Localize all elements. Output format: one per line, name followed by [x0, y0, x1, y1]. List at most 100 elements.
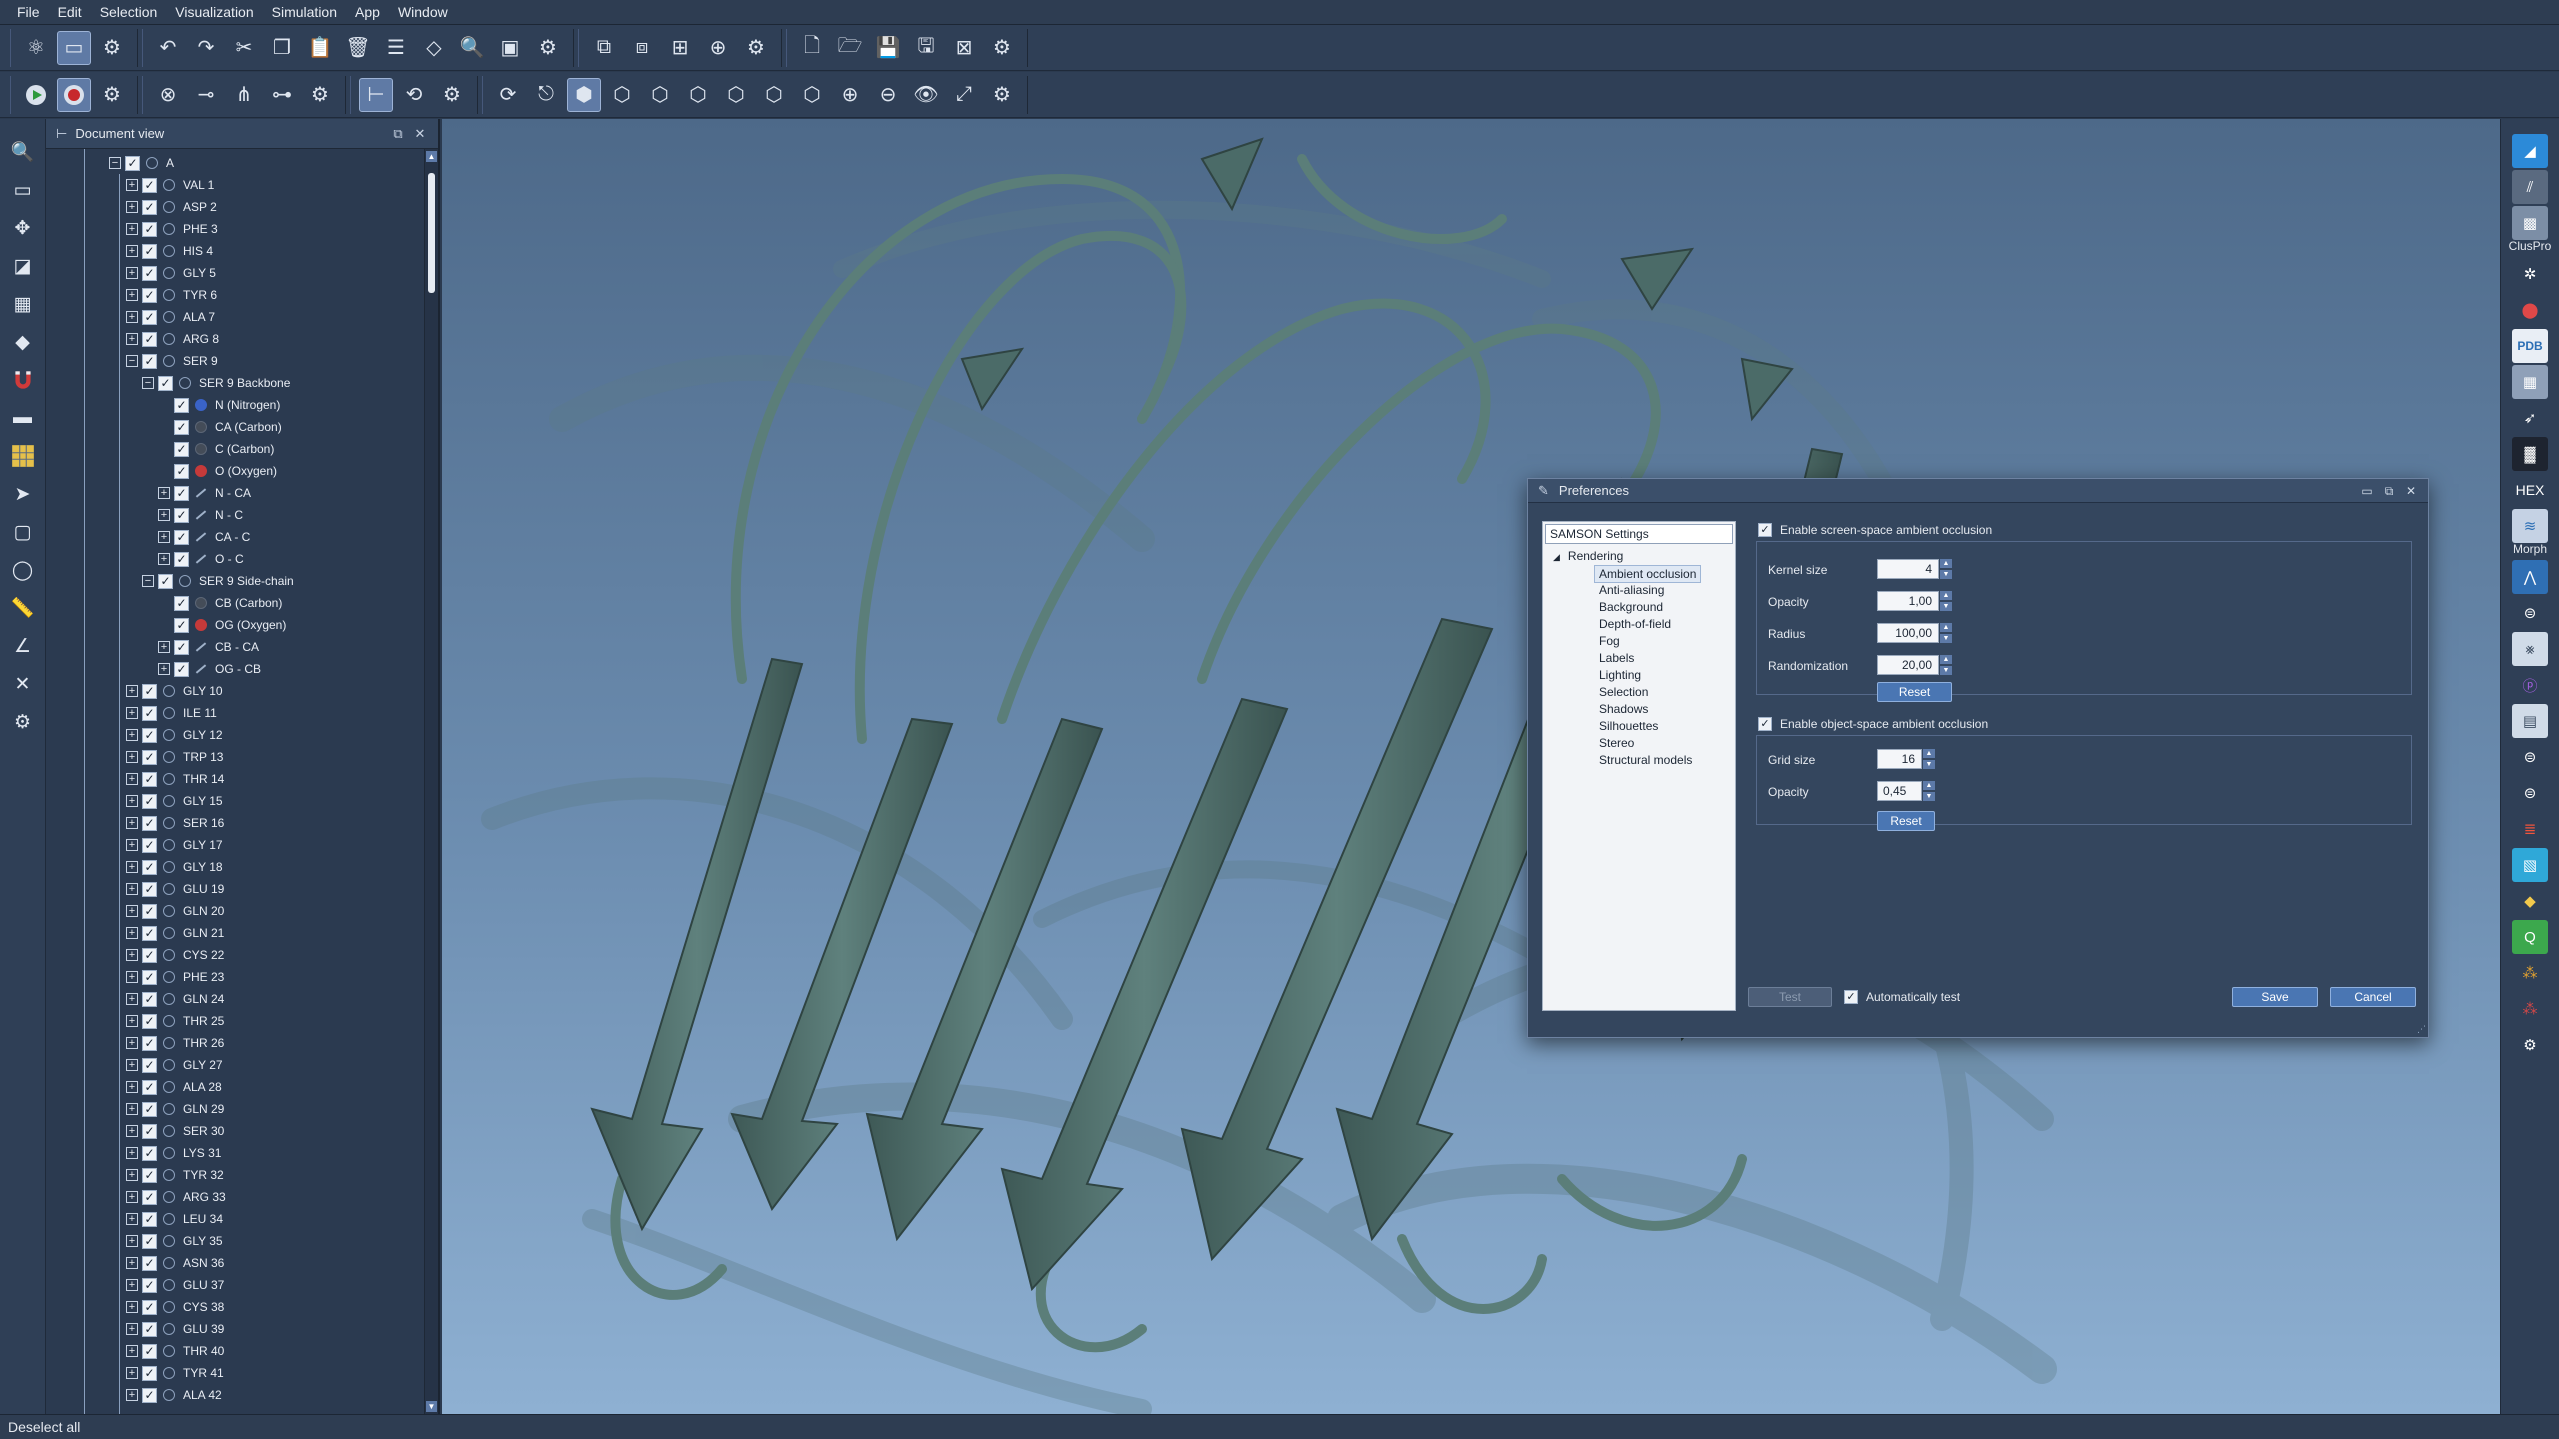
- expand-icon[interactable]: +: [126, 245, 138, 257]
- settings-item-shadows[interactable]: Shadows: [1595, 701, 1652, 717]
- visibility-checkbox[interactable]: ✓: [142, 1101, 157, 1117]
- visibility-checkbox[interactable]: ✓: [174, 397, 189, 413]
- visibility-checkbox[interactable]: ✓: [174, 463, 189, 479]
- settings-item-lighting[interactable]: Lighting: [1595, 667, 1645, 683]
- tree-residue-row[interactable]: + ✓ ARG 8: [126, 328, 219, 350]
- expand-icon[interactable]: +: [126, 949, 138, 961]
- tree-group-row[interactable]: − ✓ SER 9 Side-chain: [142, 570, 294, 592]
- tree-residue-row[interactable]: + ✓ ARG 33: [126, 1186, 226, 1208]
- expand-icon[interactable]: +: [126, 861, 138, 873]
- settings-category-rendering[interactable]: ◢ Rendering: [1553, 548, 1623, 565]
- tree-residue-row[interactable]: + ✓ LYS 31: [126, 1142, 221, 1164]
- collapse-icon[interactable]: −: [126, 355, 138, 367]
- app-icon-q[interactable]: Q: [2512, 920, 2548, 954]
- visibility-checkbox[interactable]: ✓: [142, 1321, 157, 1337]
- lattice-tool-icon[interactable]: ▦: [6, 287, 40, 321]
- tree-residue-row[interactable]: + ✓ ASN 36: [126, 1252, 224, 1274]
- visibility-checkbox[interactable]: ✓: [158, 375, 173, 391]
- tree-residue-row[interactable]: + ✓ GLY 12: [126, 724, 223, 746]
- tree-residue-row[interactable]: + ✓ GLU 37: [126, 1274, 224, 1296]
- move-tool-icon[interactable]: ✥: [6, 211, 40, 245]
- settings-item-ambient-occlusion[interactable]: Ambient occlusion: [1594, 565, 1702, 583]
- zoom-in-icon[interactable]: ⊕: [833, 78, 867, 112]
- expand-icon[interactable]: +: [126, 1213, 138, 1225]
- new-document-icon[interactable]: 🗋: [795, 31, 829, 65]
- expand-icon[interactable]: +: [126, 1081, 138, 1093]
- surface-tool-icon[interactable]: ▬: [6, 401, 40, 435]
- visibility-checkbox[interactable]: ✓: [174, 617, 189, 633]
- expand-icon[interactable]: +: [158, 641, 170, 653]
- tree-residue-row[interactable]: + ✓ GLY 18: [126, 856, 223, 878]
- tree-residue-row[interactable]: + ✓ ILE 11: [126, 702, 217, 724]
- preferences-titlebar[interactable]: ✎ Preferences ▭ ⧉ ✕: [1528, 479, 2428, 503]
- undo-icon[interactable]: ↶: [151, 31, 185, 65]
- gear-icon[interactable]: ⚙: [985, 31, 1019, 65]
- osao-checkbox[interactable]: ✓: [1758, 717, 1772, 731]
- tree-residue-row[interactable]: + ✓ THR 26: [126, 1032, 224, 1054]
- randomization-input[interactable]: 20,00: [1877, 655, 1939, 675]
- tree-residue-row[interactable]: + ✓ GLN 24: [126, 988, 224, 1010]
- expand-icon[interactable]: +: [126, 1059, 138, 1071]
- app-icon-dna[interactable]: ⨳: [2512, 632, 2548, 666]
- tree-bond-row[interactable]: + ✓ O - C: [158, 548, 244, 570]
- expand-icon[interactable]: +: [126, 1235, 138, 1247]
- tree-residue-row[interactable]: + ✓ GLY 5: [126, 262, 216, 284]
- label-tool-icon[interactable]: ▭: [6, 173, 40, 207]
- molecule-icon[interactable]: ⚛: [19, 31, 53, 65]
- auto-test-row[interactable]: ✓ Automatically test: [1844, 990, 1960, 1004]
- visibility-checkbox[interactable]: ✓: [174, 639, 189, 655]
- tree-residue-row[interactable]: + ✓ TYR 32: [126, 1164, 224, 1186]
- visibility-checkbox[interactable]: ✓: [142, 1189, 157, 1205]
- frame-icon[interactable]: ▣: [493, 31, 527, 65]
- tree-group-row[interactable]: − ✓ SER 9 Backbone: [142, 372, 290, 394]
- visibility-checkbox[interactable]: ✓: [142, 1211, 157, 1227]
- radius-input[interactable]: 100,00: [1877, 623, 1939, 643]
- visibility-checkbox[interactable]: ✓: [142, 1079, 157, 1095]
- tree-residue-row[interactable]: + ✓ ALA 28: [126, 1076, 222, 1098]
- tree-residue-row[interactable]: + ✓ THR 14: [126, 768, 224, 790]
- tree-residue-row[interactable]: + ✓ TYR 6: [126, 284, 217, 306]
- save-as-icon[interactable]: 🖫: [909, 31, 943, 65]
- layers-flat-icon[interactable]: ◇: [417, 31, 451, 65]
- visibility-checkbox[interactable]: ✓: [142, 1145, 157, 1161]
- cut-icon[interactable]: ✂: [227, 31, 261, 65]
- expand-icon[interactable]: +: [126, 1389, 138, 1401]
- tree-residue-row[interactable]: + ✓ GLY 10: [126, 680, 223, 702]
- float-icon[interactable]: ⧉: [2382, 484, 2396, 498]
- osao-opacity-stepper[interactable]: ▲ ▼: [1923, 781, 1935, 801]
- app-icon-map[interactable]: ▧: [2512, 848, 2548, 882]
- expand-icon[interactable]: +: [126, 1279, 138, 1291]
- tree-residue-row[interactable]: + ✓ GLY 35: [126, 1230, 223, 1252]
- visibility-checkbox[interactable]: ✓: [142, 815, 157, 831]
- tree-residue-row[interactable]: + ✓ CYS 38: [126, 1296, 224, 1318]
- tree-residue-row[interactable]: + ✓ GLN 21: [126, 922, 224, 944]
- ruler-tool-icon[interactable]: 📏: [6, 591, 40, 625]
- expand-icon[interactable]: +: [126, 773, 138, 785]
- expand-icon[interactable]: +: [126, 817, 138, 829]
- expand-icon[interactable]: +: [126, 1345, 138, 1357]
- tree-icon[interactable]: ⊢: [359, 77, 393, 112]
- app-icon-doc[interactable]: ▤: [2512, 704, 2548, 738]
- gear-icon[interactable]: ⚙: [2512, 1028, 2548, 1062]
- cube-bottom-icon[interactable]: ⬡: [757, 78, 791, 112]
- tree-atom-row[interactable]: ✓ N (Nitrogen): [174, 394, 280, 416]
- ssao-checkbox[interactable]: ✓: [1758, 523, 1772, 537]
- visibility-checkbox[interactable]: ✓: [142, 309, 157, 325]
- app-icon-sync-2[interactable]: ⊜: [2512, 740, 2548, 774]
- app-icon-layers[interactable]: ≣: [2512, 812, 2548, 846]
- osao-reset-button[interactable]: Reset: [1877, 811, 1935, 831]
- tree-residue-row[interactable]: + ✓ TYR 41: [126, 1362, 224, 1384]
- settings-item-stereo[interactable]: Stereo: [1595, 735, 1638, 751]
- save-icon[interactable]: 💾: [871, 31, 905, 65]
- select-pointer-icon[interactable]: ➤: [6, 477, 40, 511]
- visibility-checkbox[interactable]: ✓: [142, 1277, 157, 1293]
- visibility-checkbox[interactable]: ✓: [174, 551, 189, 567]
- expand-icon[interactable]: +: [158, 487, 170, 499]
- structure-icon[interactable]: ⊗: [151, 78, 185, 112]
- expand-icon[interactable]: +: [126, 883, 138, 895]
- visibility-checkbox[interactable]: ✓: [142, 287, 157, 303]
- tree-atom-row[interactable]: ✓ C (Carbon): [174, 438, 274, 460]
- visibility-checkbox[interactable]: ✓: [142, 903, 157, 919]
- app-icon-network[interactable]: ✲: [2512, 257, 2548, 291]
- visibility-checkbox[interactable]: ✓: [142, 969, 157, 985]
